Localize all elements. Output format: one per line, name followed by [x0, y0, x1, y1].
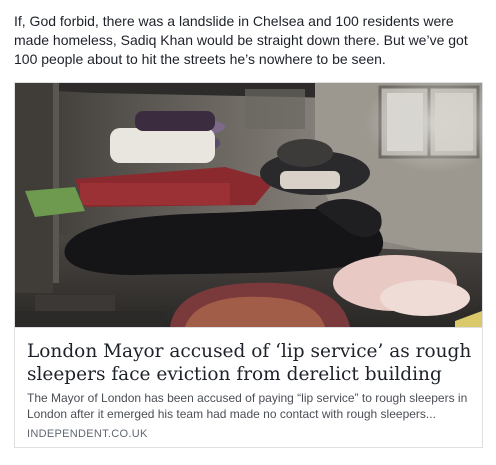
article-source-domain: INDEPENDENT.CO.UK: [27, 428, 148, 440]
article-headline[interactable]: London Mayor accused of ‘lip service’ as…: [27, 340, 475, 386]
article-image[interactable]: [15, 83, 482, 327]
link-card-body[interactable]: London Mayor accused of ‘lip service’ as…: [15, 327, 482, 447]
post-text: If, God forbid, there was a landslide in…: [14, 13, 468, 67]
article-description: The Mayor of London has been accused of …: [27, 391, 468, 421]
link-preview-card[interactable]: London Mayor accused of ‘lip service’ as…: [14, 82, 483, 448]
